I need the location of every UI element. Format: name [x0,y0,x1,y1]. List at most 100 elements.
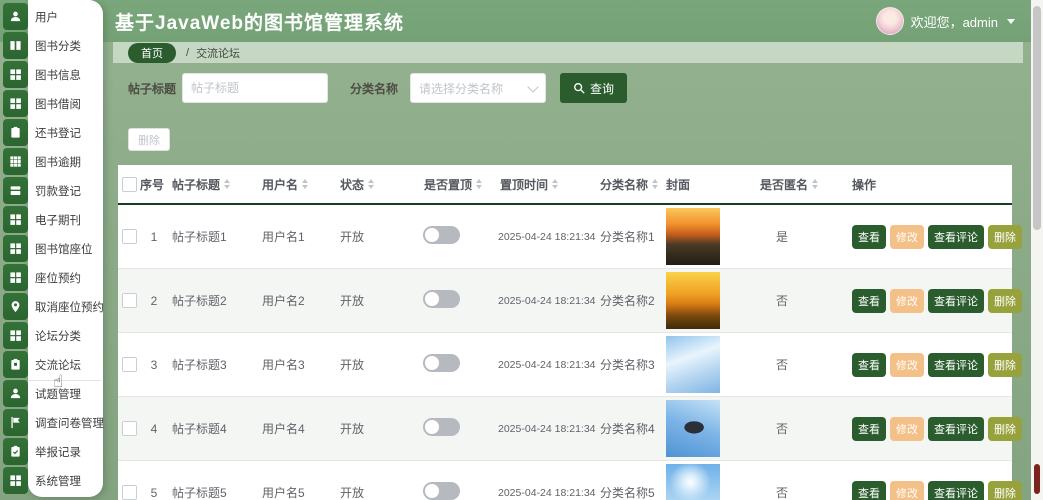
delete-button[interactable]: 删除 [988,288,1022,313]
view-comments-button[interactable]: 查看评论 [928,224,984,249]
view-comments-button[interactable]: 查看评论 [928,480,984,500]
sidebar-item-seat-reservation[interactable]: 座位预约 [0,263,103,292]
row-index: 1 [150,229,158,244]
post-category: 分类名称1 [600,230,655,244]
top-header: 基于JavaWeb的图书馆管理系统 欢迎您，admin [0,0,1043,42]
sidebar-item-report-records[interactable]: 举报记录 [0,437,103,466]
view-button[interactable]: 查看 [852,352,886,377]
pin-toggle[interactable] [423,418,460,436]
view-button[interactable]: 查看 [852,480,886,500]
sidebar-item-book-return[interactable]: 还书登记 [0,118,103,147]
sidebar-item-book-borrow[interactable]: 图书借阅 [0,89,103,118]
delete-button[interactable]: 删除 [988,480,1022,500]
row-checkbox[interactable] [121,293,137,308]
delete-button[interactable]: 删除 [988,224,1022,249]
sidebar-item-book-categories[interactable]: 图书分类 [0,31,103,60]
row-checkbox[interactable] [121,421,137,436]
scrollbar-marker [1034,464,1040,494]
user-menu[interactable]: 欢迎您，admin [875,0,1015,42]
view-comments-button[interactable]: 查看评论 [928,288,984,313]
col-status: 状态 [336,176,420,193]
pin-toggle[interactable] [423,226,460,244]
post-username: 用户名2 [262,294,305,308]
sort-icon[interactable] [224,179,231,189]
breadcrumb-home[interactable]: 首页 [128,42,176,63]
col-index: 序号 [140,177,165,192]
flag-icon [11,416,20,429]
sidebar-item-fine-register[interactable]: 罚款登记 [0,176,103,205]
sidebar-item-cancel-seat-reservation[interactable]: 取消座位预约 [0,292,104,321]
post-status: 开放 [340,294,365,308]
sidebar-item-exam-management[interactable]: 试题管理 [0,379,103,408]
sidebar-item-users[interactable]: 用户 [0,2,103,31]
grid-icon [10,243,21,254]
view-comments-button[interactable]: 查看评论 [928,352,984,377]
delete-button[interactable]: 删除 [988,416,1022,441]
edit-button[interactable]: 修改 [890,416,924,441]
bulk-delete-button[interactable]: 删除 [128,128,170,151]
breadcrumb-current: 交流论坛 [196,47,241,60]
select-all-checkbox[interactable] [121,176,137,192]
post-title: 帖子标题4 [172,422,227,436]
view-button[interactable]: 查看 [852,224,886,249]
avatar[interactable] [875,7,904,35]
row-index: 3 [150,357,158,372]
card-icon [10,186,21,195]
grid-icon [10,214,21,225]
sidebar-item-library-seats[interactable]: 图书馆座位 [0,234,103,263]
view-comments-button[interactable]: 查看评论 [928,416,984,441]
category-select[interactable]: 请选择分类名称 [410,73,547,103]
sidebar-item-book-info[interactable]: 图书信息 [0,60,103,89]
sidebar-item-e-journal[interactable]: 电子期刊 [0,205,103,234]
sidebar-item-label: 图书馆座位 [35,243,93,256]
sort-icon[interactable] [302,179,309,189]
pin-toggle[interactable] [423,290,460,308]
view-button[interactable]: 查看 [852,416,886,441]
post-username: 用户名1 [262,230,305,244]
page-scrollbar[interactable] [1031,0,1043,500]
sidebar-item-system-management[interactable]: 系统管理 [0,466,103,495]
post-status: 开放 [340,230,365,244]
sidebar-item-book-overdue[interactable]: 图书逾期 [0,147,103,176]
row-checkbox[interactable] [121,229,137,244]
cover-image [666,208,720,265]
grid-icon [10,69,21,80]
sort-icon[interactable] [652,179,659,189]
sidebar-item-label: 座位预约 [35,272,81,285]
edit-button[interactable]: 修改 [890,224,924,249]
pin-toggle[interactable] [423,354,460,372]
chevron-down-icon [527,80,539,93]
post-category: 分类名称3 [600,358,655,372]
pin-icon [11,301,20,313]
row-checkbox[interactable] [121,357,137,372]
sidebar-item-forum[interactable]: 交流论坛 [0,350,103,379]
book-icon [10,41,21,50]
post-title-input[interactable] [182,73,329,103]
clipboard-icon [11,126,20,138]
cover-image [666,400,720,457]
sort-icon[interactable] [812,179,819,189]
anonymous-flag: 是 [776,230,789,244]
sort-icon[interactable] [476,179,483,189]
search-button[interactable]: 查询 [560,73,628,103]
pin-toggle[interactable] [423,482,460,500]
post-username: 用户名4 [262,422,305,436]
sidebar-item-survey-management[interactable]: 调查问卷管理 [0,408,104,437]
sort-icon[interactable] [552,179,559,189]
delete-button[interactable]: 删除 [988,352,1022,377]
grid-icon [10,475,21,486]
edit-button[interactable]: 修改 [890,352,924,377]
view-button[interactable]: 查看 [852,288,886,313]
sort-icon[interactable] [368,179,375,189]
search-button-label: 查询 [590,81,615,96]
chevron-down-icon[interactable] [1007,18,1015,24]
scrollbar-thumb[interactable] [1033,6,1041,230]
edit-button[interactable]: 修改 [890,288,924,313]
col-anonymous: 是否匿名 [756,176,844,193]
grid-icon [10,330,21,341]
edit-button[interactable]: 修改 [890,480,924,500]
row-checkbox[interactable] [121,485,137,500]
sidebar-item-label: 图书分类 [35,40,81,53]
sidebar-item-forum-categories[interactable]: 论坛分类 [0,321,103,350]
post-title: 帖子标题3 [172,358,227,372]
